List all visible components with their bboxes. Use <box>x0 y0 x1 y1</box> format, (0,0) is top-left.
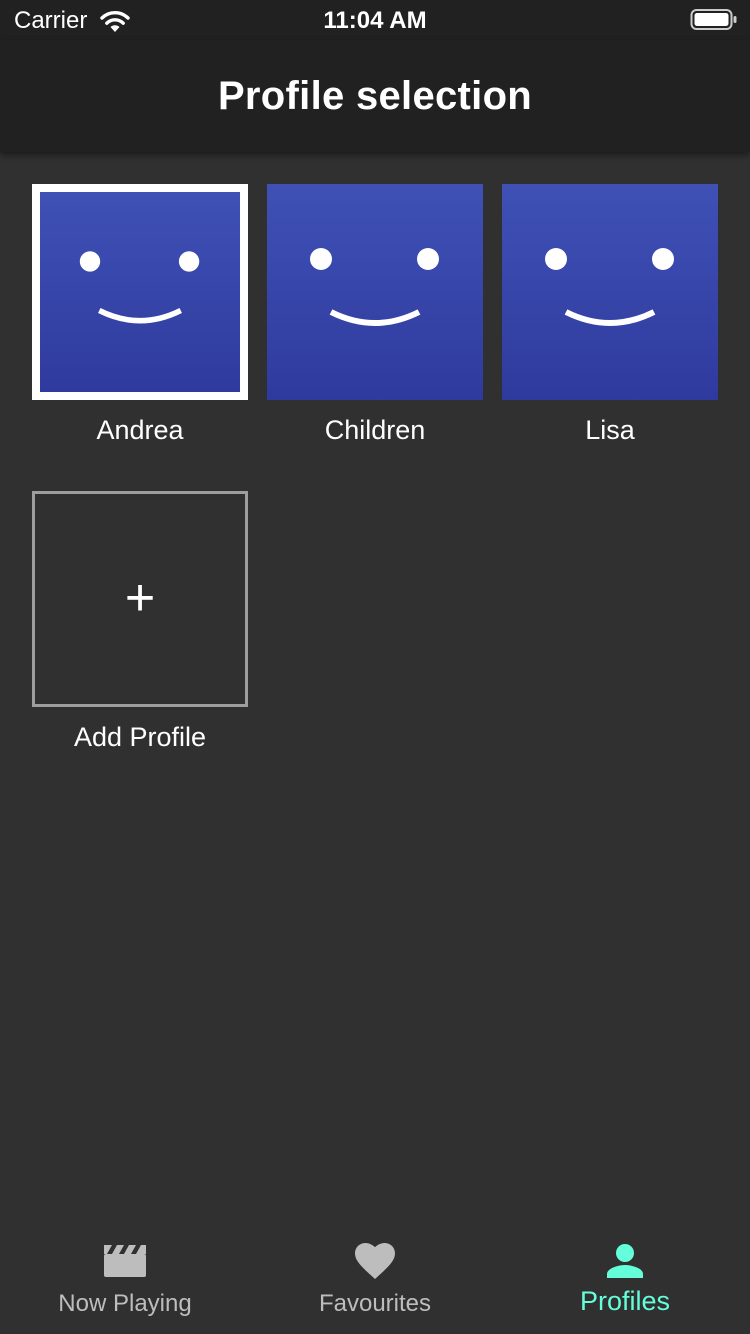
smiley-face-icon <box>79 251 200 324</box>
profile-name-andrea: Andrea <box>96 415 184 445</box>
app-bar: Profile selection <box>0 40 750 152</box>
smiley-face-icon <box>545 248 674 326</box>
nav-label-now-playing: Now Playing <box>58 1290 192 1317</box>
nav-label-profiles: Profiles <box>579 1286 671 1316</box>
nav-item-favourites[interactable]: Favourites <box>250 1234 500 1334</box>
nav-item-profiles[interactable]: Profiles <box>500 1234 750 1334</box>
profile-tile-andrea[interactable] <box>32 184 248 400</box>
heart-icon <box>355 1243 395 1279</box>
bottom-nav: Now Playing Favourites Profiles <box>0 1234 750 1334</box>
add-profile-button[interactable]: + <box>32 491 248 707</box>
nav-label-favourites: Favourites <box>318 1290 432 1317</box>
profile-tile-lisa[interactable] <box>502 184 718 400</box>
profile-selection-screen: Carrier 11:04 AM Profile selection Andre… <box>0 0 750 1334</box>
status-bar: Carrier 11:04 AM <box>0 0 750 40</box>
profile-tile-children[interactable] <box>267 184 483 400</box>
profile-name-children: Children <box>324 415 426 445</box>
plus-icon: + <box>124 569 156 627</box>
profile-name-lisa: Lisa <box>585 415 635 445</box>
smiley-face-icon <box>310 248 439 326</box>
person-icon <box>607 1244 643 1278</box>
clapperboard-icon <box>104 1245 146 1277</box>
nav-item-now-playing[interactable]: Now Playing <box>0 1234 250 1334</box>
battery-icon <box>690 9 737 30</box>
page-title: Profile selection <box>217 74 533 118</box>
status-time: 11:04 AM <box>323 7 427 34</box>
add-profile-label: Add Profile <box>73 722 207 752</box>
